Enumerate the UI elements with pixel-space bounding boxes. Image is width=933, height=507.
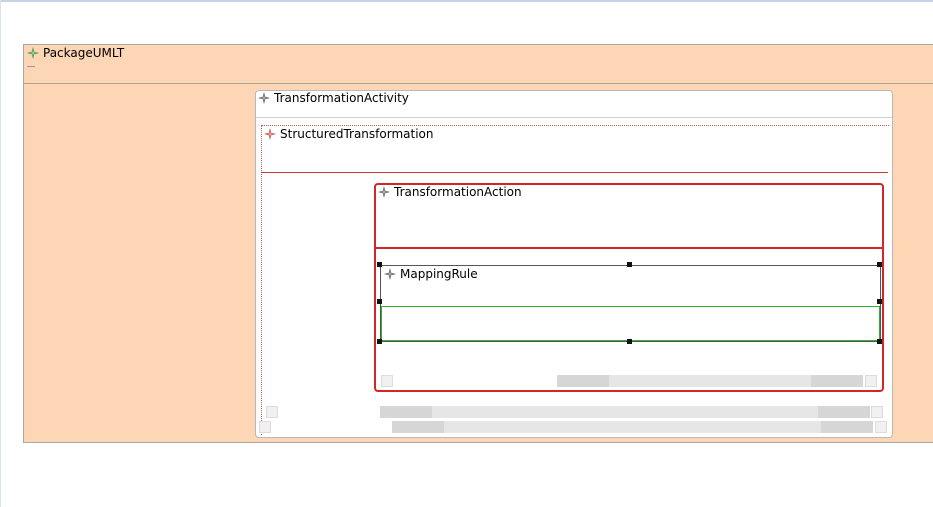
horizontal-scrollbar-track[interactable] (380, 406, 870, 418)
action-name[interactable]: TransformationAction (394, 185, 522, 199)
element-star-icon (258, 92, 270, 104)
horizontal-scrollbar-thumb-end (818, 406, 870, 418)
package-name-underline (27, 66, 35, 67)
resize-handle-ne[interactable] (877, 262, 882, 267)
scroll-right-button[interactable] (865, 375, 877, 387)
action-compartment-divider (376, 247, 882, 249)
horizontal-scrollbar-thumb-end (821, 421, 873, 433)
action-header: TransformationAction (378, 185, 522, 199)
mapping-rule-compartment-selection (381, 306, 880, 341)
activity-name[interactable]: TransformationActivity (274, 91, 409, 105)
horizontal-scrollbar-thumb[interactable] (392, 421, 444, 433)
structured-compartment-divider (261, 172, 888, 173)
structured-name[interactable]: StructuredTransformation (280, 127, 433, 141)
scroll-right-button[interactable] (875, 421, 887, 433)
horizontal-scrollbar-thumb[interactable] (380, 406, 432, 418)
package-compartment-divider (23, 83, 933, 84)
element-star-icon (378, 186, 390, 198)
package-name[interactable]: PackageUMLT (43, 46, 124, 60)
resize-handle-se[interactable] (877, 339, 882, 344)
scroll-right-button[interactable] (871, 406, 883, 418)
resize-handle-nw[interactable] (377, 262, 382, 267)
scroll-left-button[interactable] (266, 406, 278, 418)
horizontal-scrollbar-track[interactable] (392, 421, 873, 433)
resize-handle-e[interactable] (877, 299, 882, 304)
horizontal-scrollbar-thumb[interactable] (557, 375, 609, 387)
element-star-icon (27, 47, 39, 59)
resize-handle-n[interactable] (627, 262, 632, 267)
scroll-left-button[interactable] (381, 375, 393, 387)
resize-handle-sw[interactable] (377, 339, 382, 344)
package-header: PackageUMLT (27, 46, 124, 60)
resize-handle-w[interactable] (377, 299, 382, 304)
element-star-icon (264, 128, 276, 140)
canvas-top-border (0, 0, 933, 2)
horizontal-scrollbar-thumb-end (811, 375, 863, 387)
element-star-icon (384, 268, 396, 280)
resize-handle-s[interactable] (627, 339, 632, 344)
scroll-left-button[interactable] (259, 421, 271, 433)
mapping-rule-name[interactable]: MappingRule (400, 267, 478, 281)
canvas-left-border (0, 0, 1, 507)
activity-compartment-divider (256, 117, 892, 118)
structured-header: StructuredTransformation (264, 127, 433, 141)
mapping-rule-header: MappingRule (384, 267, 478, 281)
activity-header: TransformationActivity (258, 91, 409, 105)
